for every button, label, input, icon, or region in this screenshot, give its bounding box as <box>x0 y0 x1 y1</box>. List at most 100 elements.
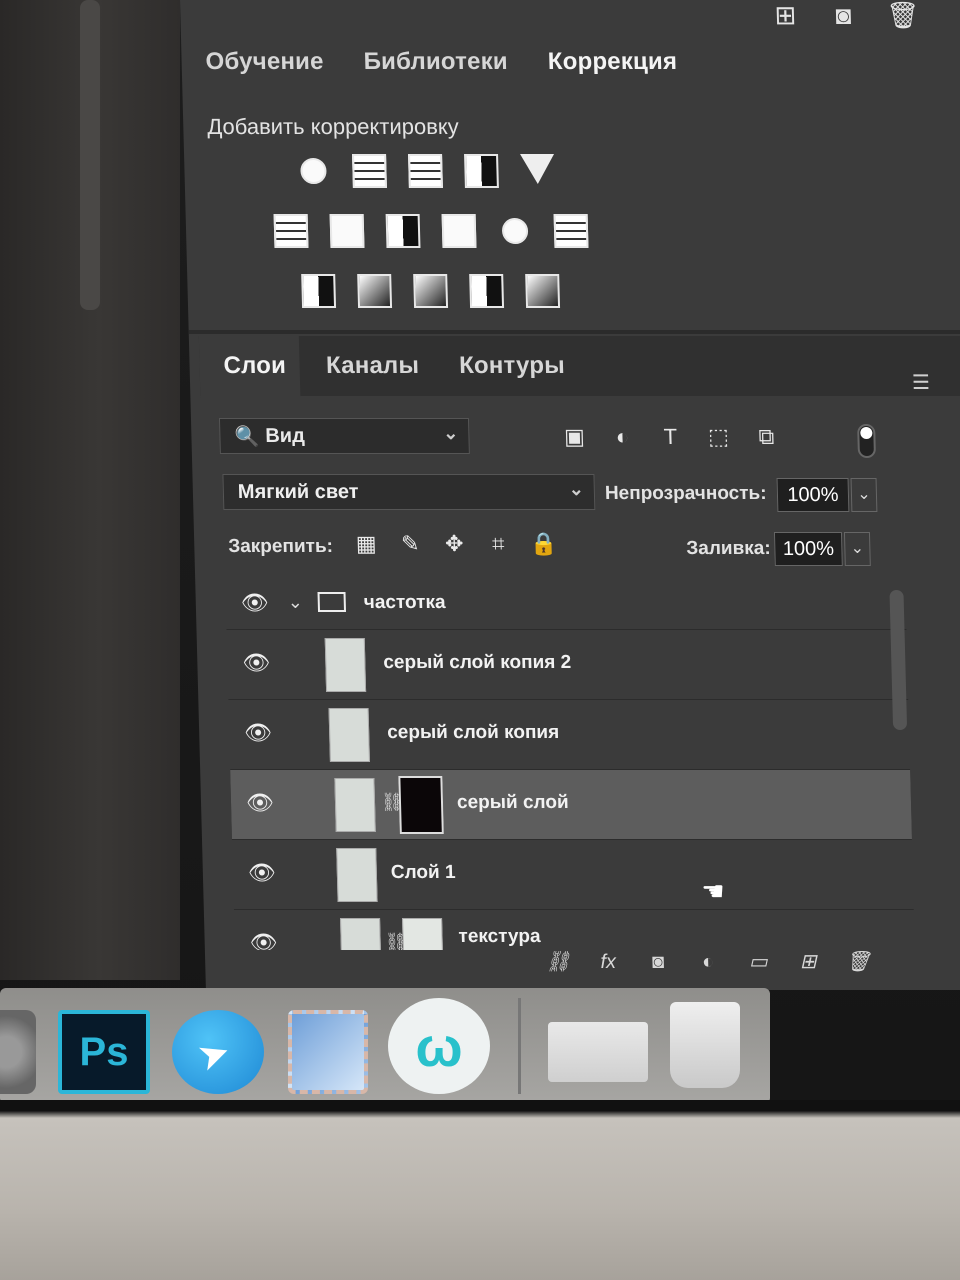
photo-frame: ⊞ ◙ 🗑 Обучение Библиотеки Коррекция Доба… <box>0 0 960 1280</box>
layer-thumbnail <box>328 708 370 762</box>
fill-input[interactable]: 100% <box>773 532 843 566</box>
tab-learn[interactable]: Обучение <box>205 48 324 76</box>
layer-mask-thumbnail[interactable] <box>402 918 444 950</box>
opacity-dropdown[interactable]: ⌄ <box>850 478 878 512</box>
color-lookup-icon[interactable] <box>553 214 589 248</box>
levels-icon[interactable] <box>352 154 387 188</box>
w-app-icon[interactable]: ω <box>388 998 490 1094</box>
eye-icon[interactable]: 👁 <box>243 720 274 745</box>
add-mask-icon[interactable]: ◙ <box>645 950 672 974</box>
link-layers-icon[interactable]: ⛓ <box>545 950 572 974</box>
new-layer-icon[interactable]: ⊞ <box>770 0 801 30</box>
layer-row[interactable]: 👁 Слой 1 <box>231 840 914 910</box>
lock-brush-icon[interactable]: ✎ <box>398 531 423 556</box>
filter-smart-object-icon[interactable]: ⧉ <box>753 424 780 450</box>
chevron-down-icon: ⌄ <box>568 479 585 499</box>
lock-icons: ▦ ✎ ✥ ⌗ 🔒 <box>354 531 558 556</box>
downloads-stack-icon[interactable] <box>548 1022 648 1082</box>
tab-adjustments[interactable]: Коррекция <box>547 48 677 76</box>
fx-icon[interactable]: fx <box>595 950 622 974</box>
chevron-down-icon: ⌄ <box>442 423 459 443</box>
panel-divider <box>188 330 960 334</box>
laptop-body <box>0 1100 960 1280</box>
hue-saturation-icon[interactable] <box>273 214 309 248</box>
mail-icon[interactable] <box>288 1010 368 1094</box>
hand-cursor-icon: ☚ <box>700 876 726 906</box>
dock-divider <box>518 998 521 1094</box>
camera-icon[interactable]: ◙ <box>828 0 859 30</box>
photoshop-panel: ⊞ ◙ 🗑 Обучение Библиотеки Коррекция Доба… <box>180 0 960 990</box>
telegram-icon[interactable] <box>172 1010 264 1094</box>
selective-color-icon[interactable] <box>469 274 505 308</box>
layer-row[interactable]: 👁 серый слой копия <box>228 700 911 770</box>
lock-all-icon[interactable]: 🔒 <box>530 531 558 556</box>
threshold-icon[interactable] <box>413 274 449 308</box>
document-canvas-area <box>0 0 180 980</box>
new-adjustment-icon[interactable]: ◐ <box>695 950 722 974</box>
layer-row[interactable]: 👁 серый слой копия 2 <box>226 630 909 700</box>
brightness-contrast-icon[interactable] <box>300 158 327 184</box>
eye-icon[interactable]: 👁 <box>248 930 279 950</box>
eye-icon[interactable]: 👁 <box>247 860 278 885</box>
layer-thumbnail <box>334 778 376 832</box>
photo-filter-icon[interactable] <box>441 214 477 248</box>
tab-libraries[interactable]: Библиотеки <box>363 48 508 76</box>
layer-list: 👁 ⌄ частотка 👁 серый слой копия 2 👁 серы… <box>225 578 915 950</box>
adjustment-row-3 <box>301 274 561 308</box>
chevron-down-icon[interactable]: ⌄ <box>288 592 304 613</box>
trash-icon[interactable] <box>670 1002 740 1088</box>
filter-shape-icon[interactable]: ⬚ <box>705 424 732 450</box>
layer-row-group[interactable]: 👁 ⌄ частотка <box>225 578 907 630</box>
filter-adjustment-icon[interactable]: ◐ <box>609 424 636 450</box>
trash-icon[interactable]: 🗑 <box>886 0 920 30</box>
tab-layers[interactable]: Слои <box>223 352 286 380</box>
tab-paths[interactable]: Контуры <box>459 352 565 380</box>
invert-icon[interactable] <box>301 274 337 308</box>
layer-filter-select[interactable]: 🔍 Вид ⌄ <box>218 418 470 454</box>
lock-move-icon[interactable]: ✥ <box>442 531 467 556</box>
layer-row[interactable]: 👁 ⛓ текстура <box>233 910 915 950</box>
layer-name: серый слой <box>456 792 569 813</box>
canvas-scrollbar[interactable] <box>80 0 100 310</box>
gradient-map-icon[interactable] <box>525 274 561 308</box>
black-white-icon[interactable] <box>385 214 421 248</box>
layer-name: серый слой копия <box>386 722 560 743</box>
eye-icon[interactable]: 👁 <box>245 790 276 815</box>
filter-toggle[interactable] <box>857 424 876 458</box>
new-group-icon[interactable]: ▭ <box>745 950 772 974</box>
layer-name: Слой 1 <box>390 862 456 883</box>
channel-mixer-icon[interactable] <box>501 218 529 244</box>
adjustment-row-1 <box>296 154 555 188</box>
opacity-input[interactable]: 100% <box>776 478 850 512</box>
color-balance-icon[interactable] <box>329 214 365 248</box>
layer-name: текстура <box>458 926 541 947</box>
layers-tabs: Слои Каналы Контуры <box>223 352 605 380</box>
tab-channels[interactable]: Каналы <box>326 352 420 380</box>
adjustment-row-2 <box>273 214 589 248</box>
posterize-icon[interactable] <box>357 274 393 308</box>
fill-dropdown[interactable]: ⌄ <box>843 532 871 566</box>
curves-icon[interactable] <box>408 154 443 188</box>
layer-mask-thumbnail[interactable] <box>398 776 444 834</box>
layer-thumbnail <box>336 848 378 902</box>
lock-artboard-icon[interactable]: ⌗ <box>486 531 511 556</box>
system-preferences-icon[interactable] <box>0 1010 36 1094</box>
panel-menu-icon[interactable]: ☰ <box>912 370 931 395</box>
vibrance-icon[interactable] <box>520 154 555 184</box>
lock-transparent-icon[interactable]: ▦ <box>354 531 379 556</box>
filter-type-icon[interactable]: T <box>657 424 684 450</box>
eye-icon[interactable]: 👁 <box>241 650 272 675</box>
add-adjustment-title: Добавить корректировку <box>206 114 460 139</box>
filter-pixel-icon[interactable]: ▣ <box>561 424 588 450</box>
new-layer-icon[interactable]: ⊞ <box>795 950 822 974</box>
panel-tabs: Обучение Библиотеки Коррекция <box>205 48 717 76</box>
exposure-icon[interactable] <box>464 154 499 188</box>
delete-layer-icon[interactable]: 🗑 <box>845 950 872 974</box>
opacity-label: Непрозрачность: <box>604 483 767 504</box>
blend-mode-select[interactable]: Мягкий свет ⌄ <box>222 474 596 510</box>
eye-icon[interactable]: 👁 <box>240 590 271 615</box>
layer-thumbnail <box>340 918 382 950</box>
layer-row-selected[interactable]: 👁 ⛓ серый слой <box>230 770 912 840</box>
layer-thumbnail <box>324 638 367 692</box>
photoshop-icon[interactable]: Ps <box>58 1010 150 1094</box>
